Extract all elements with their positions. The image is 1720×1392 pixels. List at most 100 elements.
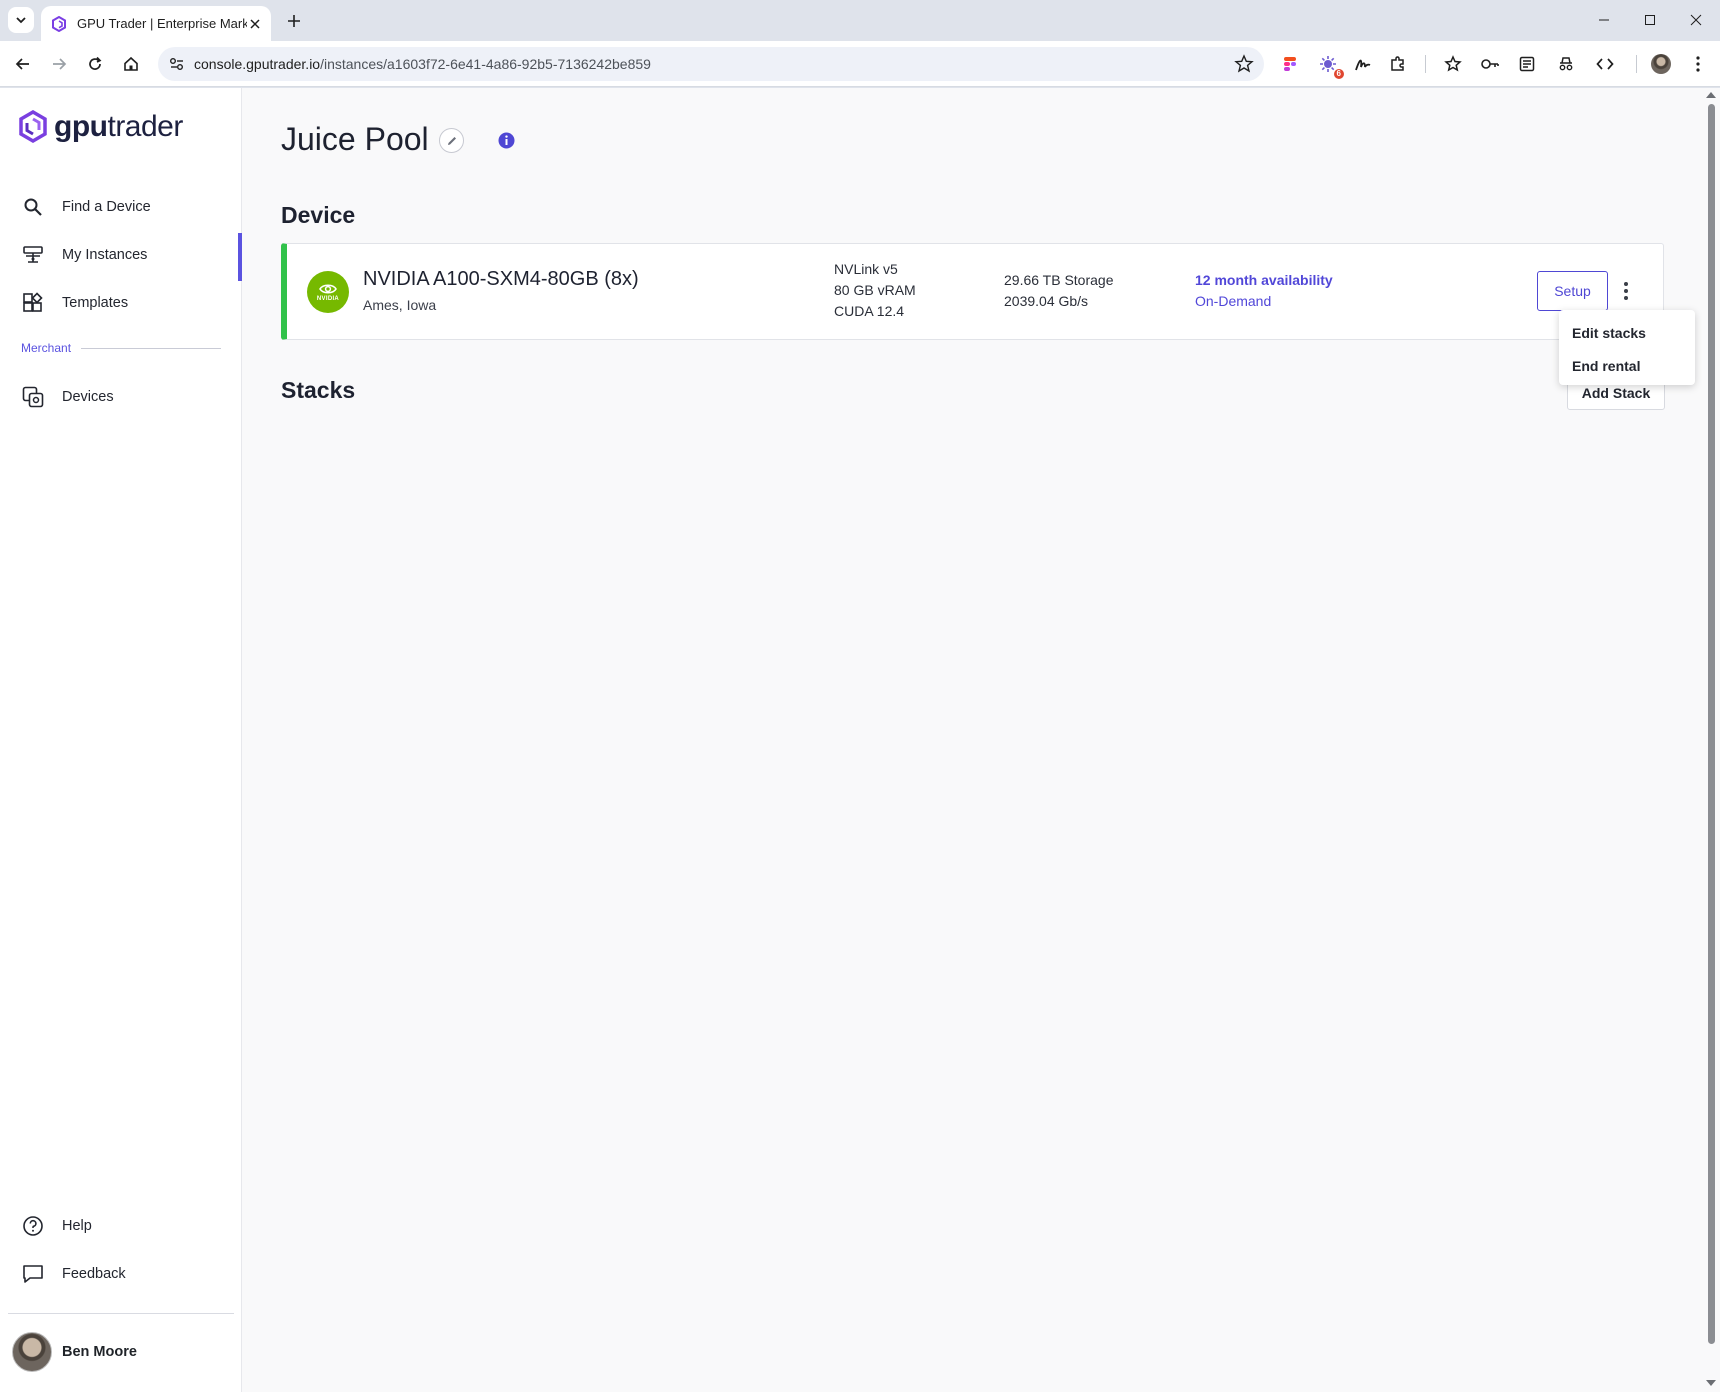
merchant-section-header: Merchant	[21, 341, 221, 355]
devices-icon	[22, 386, 44, 408]
extension-badge-button[interactable]: 6	[1315, 51, 1344, 79]
plus-icon	[288, 15, 300, 27]
puzzle-icon	[1391, 56, 1404, 71]
sidebar-item-label: Feedback	[62, 1266, 126, 1282]
toolbar-separator	[1425, 55, 1426, 73]
logo-bold: gpu	[54, 110, 108, 143]
home-button[interactable]	[118, 51, 144, 77]
device-location: Ames, Iowa	[363, 297, 437, 313]
pricing-mode: On-Demand	[1195, 293, 1272, 309]
browser-toolbar: console.gputrader.io/instances/a1603f72-…	[0, 41, 1720, 87]
forward-button[interactable]	[46, 51, 72, 77]
sidebar-item-label: Templates	[62, 295, 129, 311]
edit-title-button[interactable]	[439, 128, 464, 153]
address-bar[interactable]: console.gputrader.io/instances/a1603f72-…	[158, 47, 1264, 81]
passwords-button[interactable]	[1477, 51, 1503, 77]
url-host: console.gputrader.io	[194, 56, 321, 72]
sidebar-item-find-device[interactable]: Find a Device	[0, 185, 242, 229]
spec-vram: 80 GB vRAM	[834, 282, 916, 298]
devtools-button[interactable]	[1592, 51, 1618, 77]
gputrader-logo[interactable]: gputrader	[18, 110, 183, 144]
reload-button[interactable]	[82, 51, 108, 77]
nvidia-logo-icon: NVIDIA	[307, 271, 349, 313]
availability-term: 12 month availability	[1195, 272, 1333, 288]
user-profile[interactable]: Ben Moore	[12, 1332, 137, 1372]
spec-storage: 29.66 TB Storage	[1004, 272, 1114, 288]
gputrader-favicon-icon	[52, 15, 66, 32]
spy-icon	[1559, 57, 1573, 71]
close-icon	[1690, 14, 1702, 26]
key-icon	[1481, 59, 1499, 69]
site-settings-icon[interactable]	[168, 55, 186, 73]
logo-wordmark: gputrader	[54, 110, 183, 144]
chevron-down-icon	[16, 17, 26, 24]
page-title: Juice Pool	[281, 121, 429, 157]
spec-bandwidth: 2039.04 Gb/s	[1004, 293, 1089, 309]
browser-menu-button[interactable]	[1685, 51, 1711, 77]
sidebar-item-templates[interactable]: Templates	[0, 281, 242, 325]
app: gputrader Find a Device My Instances Tem…	[0, 88, 1720, 1392]
incognito-button[interactable]	[1553, 51, 1579, 77]
minimize-button[interactable]	[1592, 8, 1616, 32]
figma-extension-icon	[1284, 57, 1296, 71]
url-text: console.gputrader.io/instances/a1603f72-…	[194, 56, 651, 72]
code-icon	[1596, 58, 1614, 70]
extension-signature-button[interactable]	[1350, 51, 1376, 77]
favorites-button[interactable]	[1440, 51, 1466, 77]
sidebar-divider	[8, 1313, 234, 1314]
close-window-button[interactable]	[1684, 8, 1708, 32]
pencil-icon	[447, 136, 456, 145]
vertical-dots-icon	[1624, 282, 1628, 300]
sidebar: gputrader Find a Device My Instances Tem…	[0, 88, 242, 1392]
bookmark-star-icon[interactable]	[1234, 54, 1254, 74]
extension-figma-button[interactable]	[1277, 51, 1303, 77]
maximize-button[interactable]	[1638, 8, 1662, 32]
sidebar-item-label: My Instances	[62, 247, 148, 263]
reload-icon	[89, 56, 102, 70]
extensions-button[interactable]	[1385, 51, 1411, 77]
stacks-section-title: Stacks	[281, 377, 356, 403]
main-content: Juice Pool Device NVIDIA NVIDIA A100-SXM…	[242, 88, 1702, 1392]
menu-item-end-rental[interactable]: End rental	[1559, 349, 1695, 382]
device-card: NVIDIA NVIDIA A100-SXM4-80GB (8x) Ames, …	[281, 243, 1664, 340]
logo-rest: trader	[107, 110, 183, 143]
scroll-thumb[interactable]	[1708, 104, 1715, 1344]
vertical-dots-icon	[1696, 56, 1700, 72]
minimize-icon	[1599, 19, 1609, 21]
scroll-up-arrow[interactable]	[1706, 92, 1716, 98]
tab-close-icon[interactable]	[247, 16, 263, 32]
device-actions-menu: Edit stacks End rental	[1559, 310, 1695, 385]
templates-icon	[22, 292, 44, 314]
sidebar-item-feedback[interactable]: Feedback	[0, 1252, 242, 1296]
device-name: NVIDIA A100-SXM4-80GB (8x)	[363, 268, 639, 290]
nvidia-logo-text: NVIDIA	[316, 295, 340, 302]
menu-item-edit-stacks[interactable]: Edit stacks	[1559, 316, 1695, 349]
spec-nvlink: NVLink v5	[834, 261, 898, 277]
setup-button[interactable]: Setup	[1537, 271, 1608, 311]
extension-badge: 6	[1333, 69, 1344, 79]
info-icon[interactable]	[498, 132, 515, 154]
page-scrollbar[interactable]	[1702, 88, 1720, 1392]
sidebar-item-help[interactable]: Help	[0, 1204, 242, 1248]
user-name: Ben Moore	[62, 1344, 137, 1360]
spec-cuda: CUDA 12.4	[834, 303, 905, 319]
url-path: /instances/a1603f72-6e41-4a86-92b5-71362…	[320, 56, 651, 72]
scroll-down-arrow[interactable]	[1706, 1380, 1716, 1386]
sidebar-item-my-instances[interactable]: My Instances	[0, 233, 242, 281]
help-icon	[22, 1215, 44, 1237]
browser-tab[interactable]: GPU Trader | Enterprise Marketp	[41, 6, 271, 41]
avatar	[12, 1332, 52, 1372]
profile-button[interactable]	[1648, 51, 1674, 77]
new-tab-button[interactable]	[282, 9, 306, 33]
arrow-left-icon	[15, 58, 29, 70]
sidebar-item-devices[interactable]: Devices	[0, 375, 242, 419]
sidebar-item-label: Find a Device	[62, 199, 151, 215]
device-section-title: Device	[281, 202, 356, 228]
gputrader-logo-icon	[19, 110, 47, 144]
feedback-icon	[22, 1263, 44, 1285]
tab-search-button[interactable]	[8, 7, 34, 33]
device-more-menu-button[interactable]	[1614, 276, 1638, 306]
back-button[interactable]	[10, 51, 36, 77]
reading-list-button[interactable]	[1514, 51, 1540, 77]
device-specs-secondary: 29.66 TB Storage 2039.04 Gb/s	[1004, 270, 1113, 312]
